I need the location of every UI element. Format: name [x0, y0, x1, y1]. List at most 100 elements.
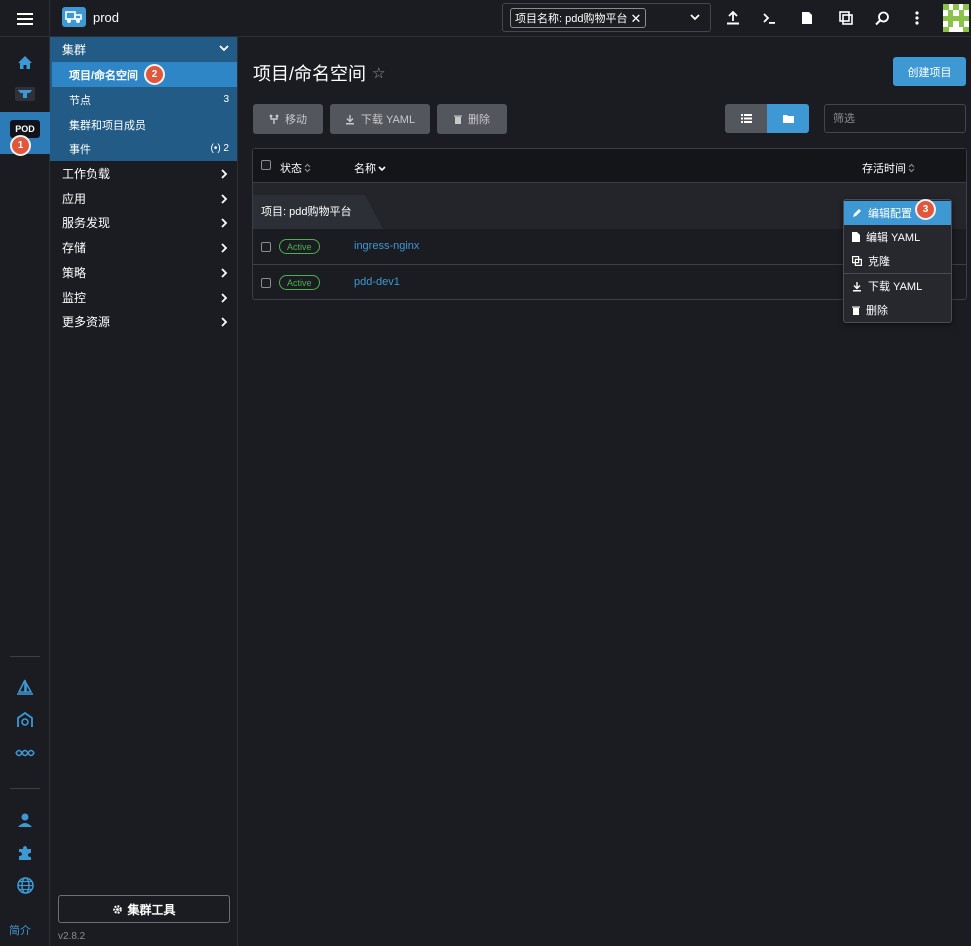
side-menu: 集群 项目/命名空间 节点 3 集群和项目成员 事件 (•) 2 2 工作负载 …: [50, 37, 238, 946]
gear-icon: [113, 904, 123, 914]
menu-item-events[interactable]: 事件 (•) 2: [50, 136, 237, 161]
cluster-tools-button[interactable]: 集群工具: [58, 895, 230, 923]
menu-item-label: 克隆: [868, 256, 890, 268]
cluster-tools-label: 集群工具: [127, 902, 176, 917]
user-avatar[interactable]: [943, 4, 969, 32]
menu-item-more-resources[interactable]: 更多资源: [50, 309, 237, 334]
kubeconfig-icon[interactable]: [795, 7, 819, 29]
more-icon[interactable]: [905, 7, 929, 29]
menu-item-monitoring[interactable]: 监控: [50, 285, 237, 310]
move-label: 移动: [285, 114, 307, 126]
namespace-link[interactable]: ingress-nginx: [354, 240, 419, 252]
create-project-button[interactable]: 创建项目: [893, 57, 966, 86]
version-label: v2.8.2: [58, 931, 86, 942]
menu-item-label: 编辑配置: [868, 208, 912, 220]
menu-item-label: 事件: [69, 143, 91, 156]
menu-item-service-discovery[interactable]: 服务发现: [50, 210, 237, 235]
namespace-filter[interactable]: 项目名称: pdd购物平台 ✕: [502, 3, 711, 32]
helm-sail-icon[interactable]: [13, 677, 37, 699]
menu-item-workloads[interactable]: 工作负载: [50, 161, 237, 186]
home-icon[interactable]: [13, 51, 37, 73]
menu-item-policy[interactable]: 策略: [50, 260, 237, 285]
sort-down-icon: [378, 166, 386, 172]
trash-icon: [454, 115, 462, 124]
download-yaml-button[interactable]: 下载 YAML: [330, 104, 430, 134]
group-view-button[interactable]: [767, 104, 809, 133]
sort-icon: [908, 163, 915, 173]
download-icon: [853, 281, 861, 291]
menu-item-members[interactable]: 集群和项目成员: [50, 112, 237, 137]
menu-item-storage[interactable]: 存储: [50, 235, 237, 260]
clone-menu-item[interactable]: 克隆: [844, 249, 951, 273]
delete-menu-item[interactable]: 删除: [844, 298, 951, 322]
copy-kubeconfig-icon[interactable]: [834, 7, 858, 29]
menu-item-count: 3: [223, 94, 229, 105]
menu-item-label: 应用: [62, 192, 87, 206]
delete-button[interactable]: 删除: [437, 104, 507, 134]
col-status-label: 状态: [280, 163, 302, 175]
menu-item-label: 编辑 YAML: [866, 232, 921, 244]
project-action-menu: 编辑配置 编辑 YAML 克隆 下载 YAML 删除: [843, 199, 952, 323]
download-icon: [345, 114, 354, 124]
globe-icon[interactable]: [13, 874, 37, 896]
network-icon[interactable]: [13, 742, 37, 764]
list-icon: [740, 114, 752, 123]
chevron-right-icon: [221, 268, 228, 278]
menu-item-label: 集群和项目成员: [69, 119, 146, 132]
col-name-label: 名称: [354, 163, 376, 175]
top-bar: prod 项目名称: pdd购物平台 ✕: [0, 0, 971, 37]
cattle-icon[interactable]: [13, 83, 37, 105]
menu-toggle-button[interactable]: [0, 0, 50, 37]
menu-item-label: 删除: [866, 305, 888, 317]
menu-group-label: 集群: [62, 42, 87, 57]
select-all-checkbox[interactable]: [261, 160, 271, 170]
download-yaml-label: 下载 YAML: [360, 114, 416, 126]
col-name-header[interactable]: 名称: [354, 160, 386, 176]
menu-item-nodes[interactable]: 节点 3: [50, 87, 237, 112]
hamburger-icon: [16, 12, 33, 25]
col-status-header[interactable]: 状态: [280, 160, 311, 176]
extensions-puzzle-icon[interactable]: [13, 842, 37, 864]
edit-yaml-menu-item[interactable]: 编辑 YAML: [844, 225, 951, 249]
sort-icon: [304, 163, 311, 173]
col-age-header[interactable]: 存活时间: [862, 160, 915, 176]
menu-item-apps[interactable]: 应用: [50, 186, 237, 211]
menu-item-label: 下载 YAML: [868, 281, 923, 293]
download-yaml-menu-item[interactable]: 下载 YAML: [844, 274, 951, 298]
menu-item-label: 项目/命名空间: [69, 69, 139, 82]
kubectl-shell-icon[interactable]: [757, 7, 781, 29]
filter-input[interactable]: [824, 104, 966, 133]
import-yaml-icon[interactable]: [721, 7, 745, 29]
step-badge-1: 1: [10, 135, 31, 156]
cluster-logo-icon: [62, 7, 86, 27]
list-view-button[interactable]: [725, 104, 767, 133]
move-button[interactable]: 移动: [253, 104, 323, 134]
fleet-icon[interactable]: [13, 709, 37, 731]
about-link[interactable]: 简介: [9, 922, 31, 938]
row-checkbox[interactable]: [261, 278, 271, 288]
step-badge-3: 3: [915, 199, 936, 220]
menu-item-label: 策略: [62, 266, 87, 280]
star-icon[interactable]: ☆: [372, 64, 385, 82]
table-header: 状态 名称 存活时间: [253, 149, 966, 183]
delete-label: 删除: [468, 114, 490, 126]
left-rail: POD 1 简介: [0, 37, 50, 946]
search-icon[interactable]: [870, 7, 894, 29]
close-icon[interactable]: ✕: [630, 12, 641, 25]
menu-group-cluster[interactable]: 集群: [50, 37, 237, 61]
trash-icon: [852, 306, 860, 315]
status-badge: Active: [279, 239, 320, 254]
main-content: 项目/命名空间 ☆ 创建项目 移动 下载 YAML 删除 状态 名称: [238, 37, 971, 946]
namespace-link[interactable]: pdd-dev1: [354, 276, 400, 288]
row-checkbox[interactable]: [261, 242, 271, 252]
chevron-right-icon: [221, 194, 228, 204]
menu-item-label: 更多资源: [62, 315, 111, 329]
status-badge: Active: [279, 275, 320, 290]
copy-icon: [852, 256, 862, 266]
chevron-down-icon[interactable]: [690, 13, 700, 21]
cluster-name[interactable]: prod: [93, 10, 119, 25]
user-icon[interactable]: [13, 809, 37, 831]
menu-item-label: 监控: [62, 291, 87, 305]
rail-divider: [10, 788, 40, 789]
namespace-chip[interactable]: 项目名称: pdd购物平台 ✕: [510, 8, 647, 28]
